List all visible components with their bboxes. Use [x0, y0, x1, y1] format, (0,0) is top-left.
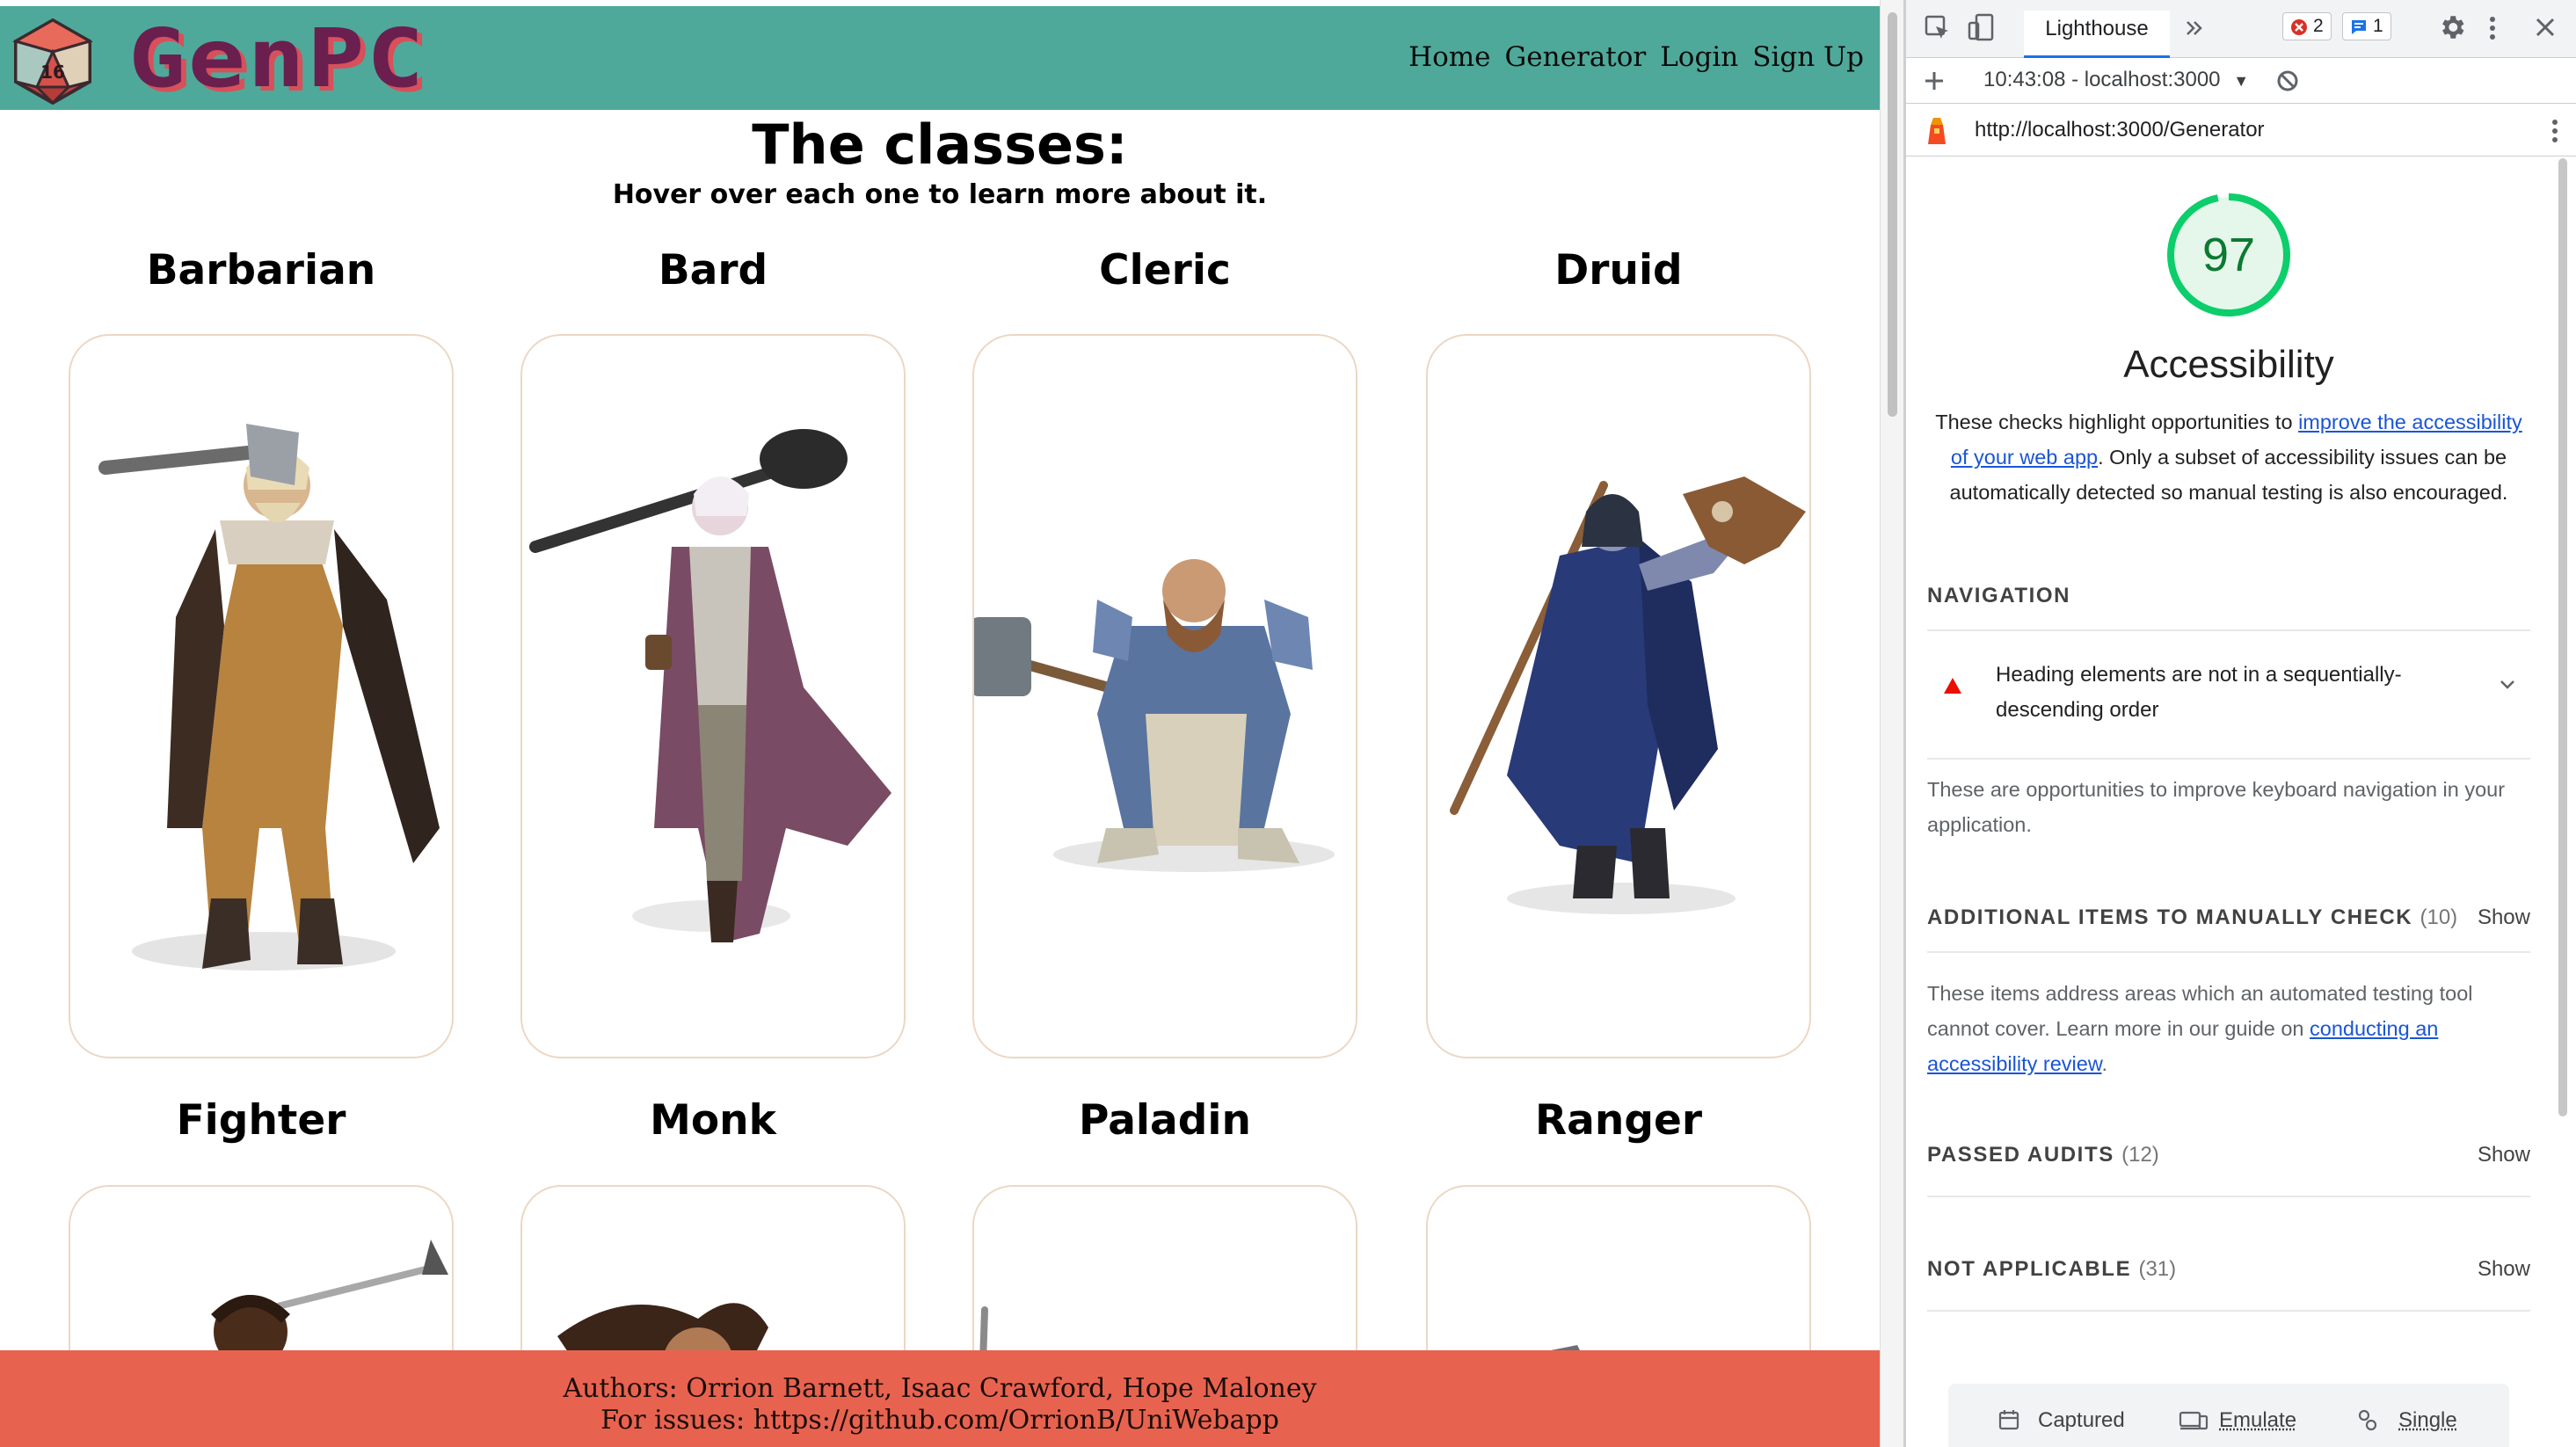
passed-audits-group-header[interactable]: PASSED AUDITS (12) — [1927, 1143, 2530, 1167]
single-label[interactable]: Single — [2398, 1408, 2457, 1433]
captured-label: Captured — [2038, 1408, 2125, 1432]
fail-triangle-icon — [1944, 678, 1961, 694]
report-scroll-thumb[interactable] — [2558, 158, 2567, 1116]
emulated-device-icon — [2179, 1411, 2209, 1430]
druid-illustration — [1450, 476, 1806, 914]
class-name-ranger: Ranger — [1534, 1096, 1703, 1145]
class-name-barbarian: Barbarian — [146, 246, 376, 294]
report-menu-icon[interactable] — [2550, 118, 2560, 144]
nav-home-link[interactable]: Home — [1408, 41, 1490, 73]
svg-text:16: 16 — [40, 62, 65, 83]
message-count: 1 — [2373, 16, 2383, 36]
inspect-element-icon[interactable] — [1924, 14, 1952, 42]
web-page: 16 GenPC Home Generator Login Sign Up Th… — [0, 0, 1880, 1447]
lighthouse-toolbar: 10:43:08 - localhost:3000 ▼ — [1906, 58, 2576, 104]
emulate-label[interactable]: Emulate — [2219, 1408, 2296, 1433]
manual-check-show-toggle[interactable]: Show — [2478, 905, 2530, 930]
not-applicable-group-header[interactable]: NOT APPLICABLE (31) — [1927, 1257, 2530, 1282]
runtime-settings-bar: Captured Emulate Single — [1948, 1384, 2509, 1447]
settings-gear-icon[interactable] — [2437, 12, 2467, 42]
class-name-cleric: Cleric — [1099, 246, 1231, 294]
close-devtools-icon[interactable] — [2534, 16, 2557, 39]
audit-title: Heading elements are not in a sequential… — [1996, 663, 2402, 722]
page-scroll-thumb[interactable] — [1888, 12, 1897, 417]
divider — [1927, 1310, 2530, 1312]
class-name-druid: Druid — [1554, 246, 1683, 294]
navigation-group-description: These are opportunities to improve keybo… — [1927, 778, 2506, 836]
bard-illustration — [529, 429, 891, 942]
report-select[interactable]: 10:43:08 - localhost:3000 ▼ — [1983, 68, 2249, 92]
passed-audits-show-toggle[interactable]: Show — [2478, 1143, 2530, 1167]
divider — [1927, 629, 2530, 631]
nav-login-link[interactable]: Login — [1660, 41, 1738, 73]
devtools-tabbar: Lighthouse 2 1 — [1906, 0, 2576, 58]
expand-chevron-icon[interactable] — [2499, 679, 2516, 691]
tab-lighthouse[interactable]: Lighthouse — [2024, 11, 2170, 58]
calendar-icon — [1998, 1410, 2019, 1430]
manual-check-description: These items address areas which an autom… — [1927, 976, 2534, 1081]
footer-authors: Authors: Orrion Barnett, Isaac Crawford,… — [563, 1373, 1317, 1404]
barbarian-illustration — [98, 424, 440, 971]
class-card-barbarian[interactable] — [69, 334, 454, 1058]
divider — [1927, 951, 2530, 953]
new-report-plus-icon[interactable] — [1922, 69, 1947, 93]
page-title: The classes: — [752, 113, 1128, 177]
single-session-icon — [2358, 1409, 2377, 1431]
not-applicable-show-toggle[interactable]: Show — [2478, 1257, 2530, 1282]
footer: Authors: Orrion Barnett, Isaac Crawford,… — [0, 1350, 1880, 1447]
d20-logo-icon[interactable]: 16 — [11, 17, 95, 105]
message-icon — [2352, 20, 2366, 34]
class-card-druid[interactable] — [1426, 334, 1811, 1058]
navbar: 16 GenPC Home Generator Login Sign Up — [0, 6, 1880, 110]
footer-issues-link[interactable]: For issues: https://github.com/OrrionB/U… — [0, 1405, 1880, 1436]
manual-check-count: (10) — [2420, 905, 2458, 929]
dropdown-arrow-icon: ▼ — [2233, 72, 2250, 90]
nav-signup-link[interactable]: Sign Up — [1752, 41, 1864, 73]
manual-desc-post: . — [2101, 1052, 2108, 1075]
clear-reports-icon[interactable] — [2275, 69, 2300, 93]
class-name-monk: Monk — [650, 1096, 776, 1145]
divider — [1927, 1196, 2530, 1197]
lighthouse-report: 97 Accessibility These checks highlight … — [1906, 156, 2551, 1370]
page-subtitle: Hover over each one to learn more about … — [612, 179, 1268, 210]
navigation-group-header: NAVIGATION — [1927, 584, 2071, 607]
heading-order-audit[interactable]: Heading elements are not in a sequential… — [1927, 635, 2530, 756]
not-applicable-label: NOT APPLICABLE — [1927, 1257, 2132, 1281]
more-options-icon[interactable] — [2486, 14, 2499, 42]
class-name-fighter: Fighter — [176, 1096, 346, 1145]
error-count: 2 — [2313, 16, 2324, 36]
page-scrollbar[interactable] — [1880, 0, 1903, 1447]
passed-audits-count: (12) — [2121, 1143, 2159, 1167]
not-applicable-count: (31) — [2138, 1257, 2177, 1281]
category-desc-pre: These checks highlight opportunities to — [1935, 411, 2299, 433]
class-name-bard: Bard — [658, 246, 768, 294]
error-icon — [2291, 19, 2307, 35]
accessibility-score: 97 — [2201, 229, 2256, 281]
error-count-badge[interactable]: 2 — [2282, 12, 2332, 40]
report-scrollbar[interactable] — [2553, 156, 2572, 1370]
more-tabs-chevron-icon[interactable] — [2184, 18, 2205, 39]
main-nav: Home Generator Login Sign Up — [1408, 41, 1864, 73]
cleric-illustration — [974, 559, 1335, 872]
class-name-paladin: Paladin — [1079, 1096, 1251, 1145]
devtools-panel: Lighthouse 2 1 10:43:08 - localhost:3000… — [1906, 0, 2576, 1447]
manual-check-label: ADDITIONAL ITEMS TO MANUALLY CHECK — [1927, 905, 2413, 929]
report-select-value: 10:43:08 - localhost:3000 — [1983, 68, 2221, 91]
divider — [1927, 758, 2530, 760]
manual-check-group-header[interactable]: ADDITIONAL ITEMS TO MANUALLY CHECK (10) — [1927, 905, 2530, 930]
class-card-bard[interactable] — [520, 334, 906, 1058]
report-url-bar: http://localhost:3000/Generator — [1906, 104, 2576, 156]
report-url: http://localhost:3000/Generator — [1975, 118, 2265, 142]
lighthouse-logo-icon — [1928, 118, 1946, 144]
nav-generator-link[interactable]: Generator — [1505, 41, 1647, 73]
category-title: Accessibility — [2123, 343, 2334, 386]
class-card-cleric[interactable] — [972, 334, 1357, 1058]
device-toolbar-icon[interactable] — [1968, 12, 1996, 42]
category-description: These checks highlight opportunities to … — [1927, 404, 2530, 510]
message-count-badge[interactable]: 1 — [2342, 12, 2391, 40]
passed-audits-label: PASSED AUDITS — [1927, 1143, 2114, 1167]
logo-text[interactable]: GenPC — [128, 17, 426, 101]
